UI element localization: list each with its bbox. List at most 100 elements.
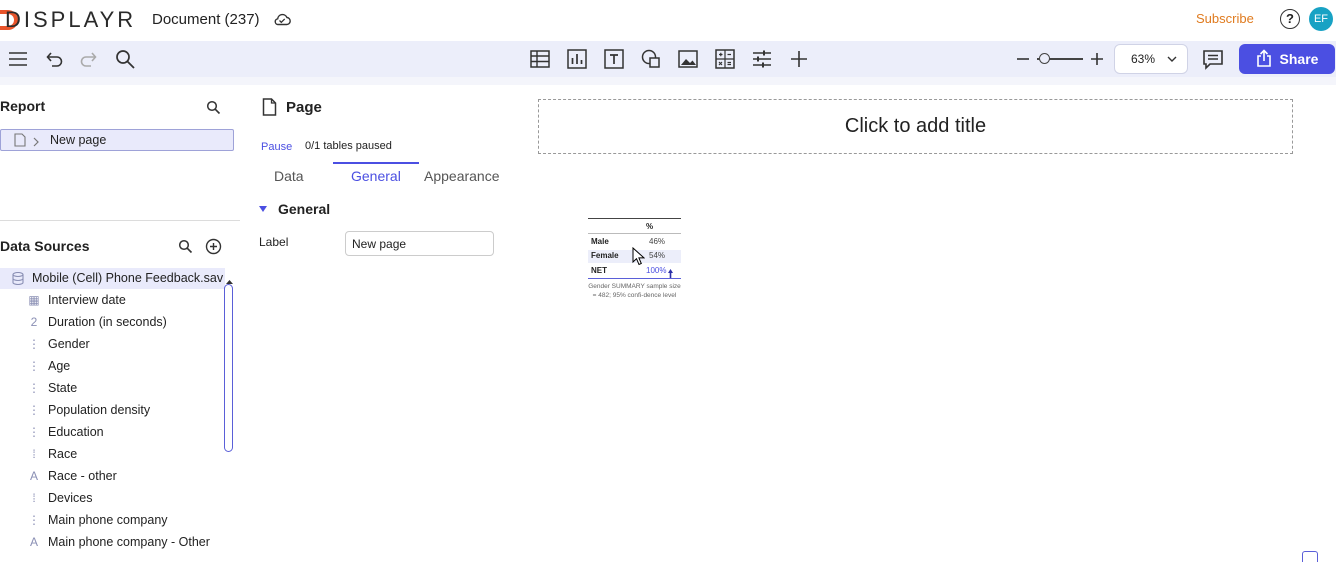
user-avatar[interactable]: EF <box>1309 7 1333 31</box>
variable-label: Population density <box>48 403 151 417</box>
table-row-label: NET <box>591 266 607 275</box>
toolbar-shadow <box>0 77 1336 85</box>
help-icon[interactable]: ? <box>1280 9 1300 29</box>
panel-divider <box>0 220 240 221</box>
share-label: Share <box>1279 51 1319 67</box>
report-heading: Report <box>0 98 46 114</box>
categorical-icon: ⋮ <box>28 425 40 439</box>
data-file-item[interactable]: Mobile (Cell) Phone Feedback.sav <box>0 268 225 289</box>
variable-label: Duration (in seconds) <box>48 315 167 329</box>
mouse-cursor-icon <box>632 246 646 269</box>
cloud-saved-icon <box>273 12 291 29</box>
data-sources-heading: Data Sources <box>0 238 90 254</box>
calculation-icon[interactable] <box>714 48 736 70</box>
settings-sliders-icon[interactable] <box>751 48 773 70</box>
text-box-icon[interactable] <box>603 48 625 70</box>
variable-label: Devices <box>48 491 93 505</box>
variable-item[interactable]: A Race - other <box>0 466 224 488</box>
subscribe-link[interactable]: Subscribe <box>1196 11 1254 26</box>
search-icon[interactable] <box>114 48 136 70</box>
variable-label: Main phone company <box>48 513 168 527</box>
categorical-icon: ⋮ <box>28 403 40 417</box>
variable-label: Education <box>48 425 104 439</box>
zoom-in-icon[interactable] <box>1086 48 1108 70</box>
hamburger-menu-icon[interactable] <box>7 48 29 70</box>
variable-item[interactable]: ▦ Interview date <box>0 290 224 312</box>
page-icon <box>14 133 26 150</box>
tab-appearance[interactable]: Appearance <box>424 168 500 184</box>
zoom-select[interactable]: 63% <box>1114 44 1188 74</box>
pause-status: 0/1 tables paused <box>305 140 392 152</box>
categorical-icon: ⋮ <box>28 359 40 373</box>
variable-item[interactable]: 2 Duration (in seconds) <box>0 312 224 334</box>
tab-general[interactable]: General <box>351 168 401 184</box>
variable-label: State <box>48 381 78 395</box>
zoom-value: 63% <box>1131 52 1156 66</box>
chart-icon[interactable] <box>566 48 588 70</box>
add-icon[interactable] <box>788 48 810 70</box>
report-page-item[interactable]: New page <box>0 129 234 151</box>
top-bar: DISPLAYR Document (237) Subscribe ? EF <box>0 0 1336 40</box>
table-top-rule <box>588 218 681 219</box>
multi-icon: ⁞ <box>32 491 36 505</box>
variable-label: Race <box>48 447 78 461</box>
variable-item[interactable]: ⋮ Gender <box>0 334 224 356</box>
zoom-out-icon[interactable] <box>1012 48 1034 70</box>
share-button[interactable]: Share <box>1239 44 1335 74</box>
slide-title-placeholder[interactable]: Click to add title <box>538 99 1293 154</box>
variable-item[interactable]: ⋮ Education <box>0 422 224 444</box>
undo-icon[interactable] <box>43 48 65 70</box>
share-icon <box>1256 48 1272 70</box>
redo-icon[interactable] <box>78 48 100 70</box>
expand-caret-icon[interactable] <box>33 135 39 150</box>
categorical-icon: ⋮ <box>28 381 40 395</box>
data-sources-scrollbar[interactable] <box>224 284 233 452</box>
label-field-input[interactable] <box>345 231 494 256</box>
table-bottom-rule <box>588 278 681 279</box>
pause-button[interactable]: Pause <box>261 141 292 153</box>
report-search-icon[interactable] <box>206 100 221 118</box>
tab-data[interactable]: Data <box>274 168 304 184</box>
variable-item[interactable]: ⋮ Population density <box>0 400 224 422</box>
table-icon[interactable] <box>529 48 551 70</box>
text-icon: A <box>29 535 38 549</box>
table-column-header: % <box>646 222 654 231</box>
table-header-rule <box>588 233 681 234</box>
calendar-icon: ▦ <box>28 293 40 307</box>
variable-item[interactable]: ⁞ Devices <box>0 488 224 510</box>
variable-item[interactable]: ⁞ Race <box>0 444 224 466</box>
variable-item[interactable]: ⋮ State <box>0 378 224 400</box>
add-data-source-icon[interactable] <box>205 238 222 258</box>
page-thumbnail-icon[interactable] <box>1302 551 1318 562</box>
variable-label: Race - other <box>48 469 117 483</box>
database-icon <box>12 271 24 288</box>
data-sources-search-icon[interactable] <box>178 239 193 257</box>
table-row-value: 54% <box>649 251 666 260</box>
collapse-caret-icon[interactable] <box>259 206 267 212</box>
active-tab-indicator <box>333 162 419 164</box>
variable-label: Gender <box>48 337 90 351</box>
document-title[interactable]: Document (237) <box>152 11 260 28</box>
general-section-heading[interactable]: General <box>278 201 330 217</box>
text-icon: A <box>29 469 38 483</box>
variable-item[interactable]: ⋮ Age <box>0 356 224 378</box>
shapes-icon[interactable] <box>640 48 662 70</box>
zoom-slider-handle[interactable] <box>1039 53 1050 64</box>
table-row-value: 100% <box>646 266 667 275</box>
page-icon <box>262 98 277 119</box>
table-row-label: Female <box>591 251 619 260</box>
comments-icon[interactable] <box>1202 48 1224 70</box>
table-footer: Gender SUMMARY sample size = 482; 95% co… <box>588 283 681 299</box>
variable-item[interactable]: ⋮ Main phone company <box>0 510 224 532</box>
label-field-label: Label <box>259 235 289 249</box>
page-label: New page <box>50 133 107 147</box>
variable-label: Main phone company - Other <box>48 535 210 549</box>
categorical-icon: ⋮ <box>28 513 40 527</box>
page-panel-heading: Page <box>286 99 322 116</box>
variable-label: Age <box>48 359 71 373</box>
displayr-logo[interactable]: DISPLAYR <box>0 7 136 33</box>
image-icon[interactable] <box>677 48 699 70</box>
variable-label: Interview date <box>48 293 126 307</box>
variable-item[interactable]: A Main phone company - Other <box>0 532 224 554</box>
table-row-label: Male <box>591 237 609 246</box>
